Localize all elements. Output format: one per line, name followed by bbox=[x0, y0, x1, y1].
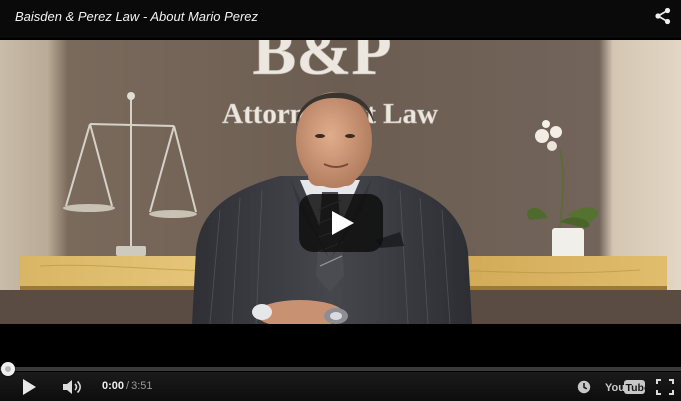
big-play-button[interactable] bbox=[299, 194, 383, 252]
fullscreen-button[interactable] bbox=[656, 379, 674, 395]
youtube-logo-button[interactable]: You Tube bbox=[605, 379, 650, 395]
play-icon bbox=[332, 211, 354, 235]
progress-bar[interactable] bbox=[0, 362, 681, 376]
duration: 3:51 bbox=[131, 380, 153, 392]
current-time: 0:00 bbox=[102, 380, 125, 392]
play-button[interactable] bbox=[19, 377, 39, 397]
fullscreen-icon bbox=[656, 379, 674, 395]
play-icon bbox=[23, 379, 36, 395]
clock-icon bbox=[577, 380, 591, 394]
video-title[interactable]: Baisden & Perez Law - About Mario Perez bbox=[15, 9, 258, 24]
title-bar: Baisden & Perez Law - About Mario Perez bbox=[0, 0, 681, 38]
share-icon[interactable] bbox=[653, 6, 673, 26]
time-display: 0:00/3:51 bbox=[102, 380, 153, 392]
video-thumbnail[interactable]: B&P Attorneys at Law bbox=[0, 40, 681, 324]
video-scene: B&P Attorneys at Law bbox=[0, 40, 681, 324]
progress-track[interactable] bbox=[0, 367, 681, 371]
video-player: Baisden & Perez Law - About Mario Perez bbox=[0, 0, 681, 401]
volume-button[interactable] bbox=[62, 378, 84, 396]
watch-later-button[interactable] bbox=[577, 380, 591, 394]
sign-logo-text: B&P bbox=[252, 40, 391, 89]
youtube-logo-icon: You Tube bbox=[605, 380, 650, 394]
volume-icon bbox=[63, 380, 81, 394]
scrubber-handle[interactable] bbox=[1, 362, 15, 376]
letterbox-bottom bbox=[0, 324, 681, 364]
control-bar: 0:00/3:51 You Tube bbox=[0, 372, 681, 401]
svg-text:You: You bbox=[605, 382, 625, 394]
svg-text:Tube: Tube bbox=[626, 382, 646, 394]
